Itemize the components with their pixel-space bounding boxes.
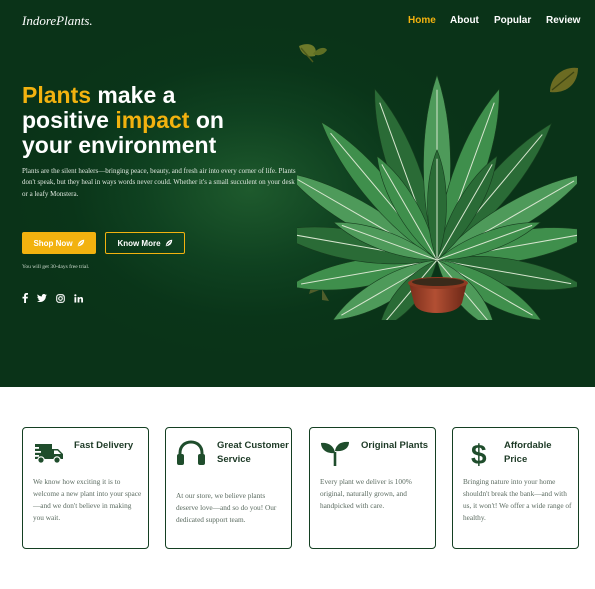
headline-text: positive	[22, 107, 116, 133]
headline-text: your environment	[22, 132, 217, 158]
hero-section: IndorePlants. Home About Popular Review …	[0, 0, 595, 387]
sprout-icon	[321, 441, 349, 466]
nav-link-popular[interactable]: Popular	[494, 15, 531, 26]
feature-text: Bringing nature into your home shouldn't…	[463, 477, 572, 522]
feature-title: Fast Delivery	[74, 440, 134, 451]
trial-note: You will get 30-days free trial.	[22, 264, 90, 270]
feature-text: At our store, we believe plants deserve …	[176, 491, 277, 524]
feature-card-customer-service: Great Customer Service At our store, we …	[165, 427, 292, 549]
headline-text: make a	[91, 82, 176, 108]
top-navbar: IndorePlants. Home About Popular Review	[0, 0, 595, 40]
feature-card-fast-delivery: Fast Delivery We know how exciting it is…	[22, 427, 149, 549]
features-section: Fast Delivery We know how exciting it is…	[0, 427, 595, 549]
shop-now-button[interactable]: Shop Now	[22, 232, 96, 254]
instagram-icon[interactable]	[55, 293, 65, 303]
know-more-button[interactable]: Know More	[105, 232, 185, 254]
feature-title: Original Plants	[361, 440, 429, 451]
feature-card-affordable-price: $ Affordable Price Bringing nature into …	[452, 427, 579, 549]
dollar-icon: $	[471, 439, 487, 468]
linkedin-icon[interactable]	[73, 293, 83, 303]
svg-text:$: $	[471, 439, 487, 468]
hero-headline: Plants make a positive impact on your en…	[22, 83, 322, 158]
potted-plant-image	[297, 74, 577, 320]
feature-card-original-plants: Original Plants Every plant we deliver i…	[309, 427, 436, 549]
headphones-icon	[177, 440, 205, 465]
facebook-icon[interactable]	[20, 293, 30, 303]
nav-link-review[interactable]: Review	[546, 15, 580, 26]
nav-link-home[interactable]: Home	[408, 15, 436, 26]
brand-logo[interactable]: IndorePlants.	[22, 13, 93, 29]
delivery-truck-icon	[31, 444, 63, 464]
shop-now-label: Shop Now	[33, 238, 73, 248]
feature-text: We know how exciting it is to welcome a …	[33, 477, 142, 522]
headline-highlight-impact: impact	[115, 107, 190, 133]
headline-text: on	[189, 107, 224, 133]
know-more-label: Know More	[117, 238, 161, 248]
feature-text: Every plant we deliver is 100% original,…	[320, 477, 412, 510]
headline-highlight-plants: Plants	[22, 82, 92, 108]
hero-description: Plants are the silent healers—bringing p…	[22, 167, 296, 198]
nav-link-about[interactable]: About	[450, 15, 479, 26]
leaf-icon	[165, 239, 172, 247]
feature-title: Affordable Price	[504, 440, 552, 465]
twitter-icon[interactable]	[37, 293, 47, 303]
leaf-icon	[77, 239, 84, 247]
feature-title: Great Customer Service	[217, 440, 289, 465]
